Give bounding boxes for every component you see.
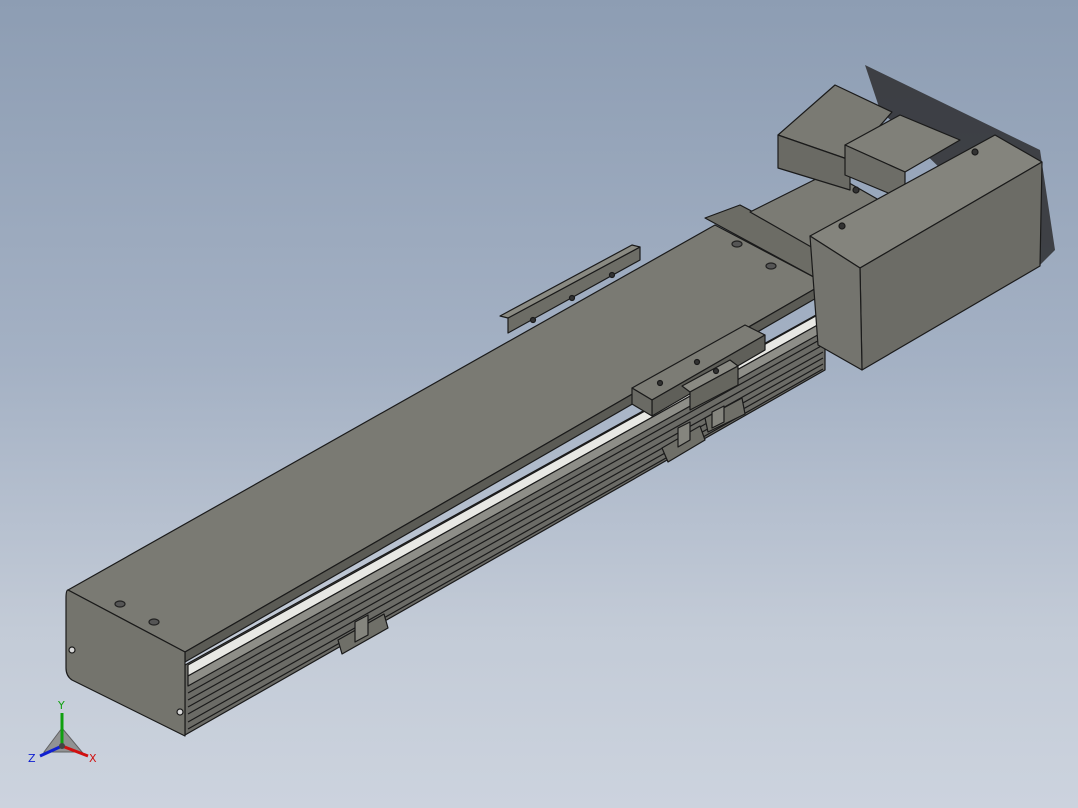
y-axis-label: Y xyxy=(57,699,65,712)
orientation-triad[interactable]: Y X Z xyxy=(28,699,97,765)
x-axis-label: X xyxy=(89,752,97,765)
cad-viewport[interactable]: Y X Z xyxy=(0,0,1078,808)
top-cover-plate[interactable] xyxy=(67,224,826,663)
actuator-assembly[interactable] xyxy=(65,84,1043,737)
z-axis-label: Z xyxy=(28,752,36,765)
